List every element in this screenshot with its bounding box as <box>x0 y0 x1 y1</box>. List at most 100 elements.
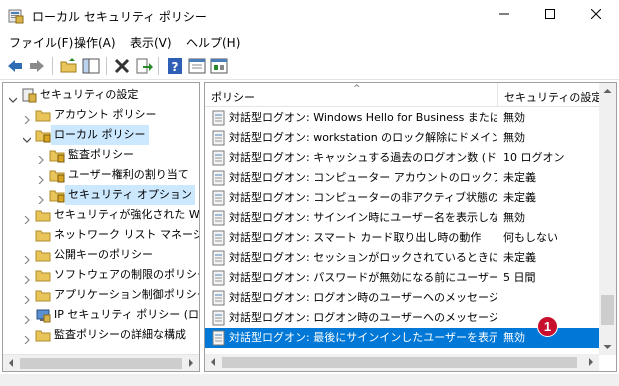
tree-item-label: 公開キーのポリシー <box>54 248 153 261</box>
policy-setting-icon <box>211 130 227 146</box>
toolbar-separator <box>106 57 107 75</box>
policy-setting-icon <box>211 190 227 206</box>
menu-action[interactable]: 操作(A) <box>74 34 116 51</box>
chevron-right-icon[interactable] <box>23 251 31 265</box>
delete-icon[interactable] <box>113 57 131 75</box>
list-vertical-scrollbar[interactable] <box>599 83 616 355</box>
folder-icon <box>35 267 51 283</box>
table-row[interactable]: 対話型ログオン: workstation のロック解除にドメイン コ... 無効 <box>205 128 599 148</box>
column-divider[interactable] <box>497 83 498 107</box>
policy-name: 対話型ログオン: サインイン時にユーザー名を表示しない <box>229 211 497 224</box>
chevron-right-icon[interactable] <box>23 331 31 345</box>
policy-setting-icon <box>211 250 227 266</box>
maximize-icon <box>545 9 555 22</box>
show-hide-tree-icon[interactable] <box>82 57 100 75</box>
table-row[interactable]: 対話型ログオン: コンピューターの非アクティブ状態の上限 未定義 <box>205 188 599 208</box>
folder-icon <box>35 227 51 243</box>
window-title: ローカル セキュリティ ポリシー <box>32 10 207 24</box>
tree-item[interactable]: ユーザー権利の割り当て <box>3 165 199 185</box>
folder-open-icon <box>35 127 51 143</box>
close-button[interactable] <box>573 0 619 31</box>
security-setting-value: 10 ログオン <box>503 151 565 164</box>
policy-name: 対話型ログオン: セッションがロックされているときにユーザ... <box>229 251 497 264</box>
folder-icon <box>35 107 51 123</box>
chevron-down-icon[interactable] <box>22 131 32 143</box>
policy-name: 対話型ログオン: スマート カード取り出し時の動作 <box>229 231 482 244</box>
menu-view[interactable]: 表示(V) <box>130 34 172 51</box>
close-icon <box>590 8 602 22</box>
tree-item[interactable]: セキュリティが強化された Windo <box>3 205 199 225</box>
tree-item[interactable]: セキュリティの設定 <box>3 85 199 105</box>
chevron-right-icon[interactable] <box>23 291 31 305</box>
table-row[interactable]: 対話型ログオン: パスワードが無効になる前にユーザーに... 5 日間 <box>205 268 599 288</box>
tree-item[interactable]: 監査ポリシー <box>3 145 199 165</box>
tree-item-label: ユーザー権利の割り当て <box>68 168 189 181</box>
tree-item[interactable]: 監査ポリシーの詳細な構成 <box>3 325 199 345</box>
maximize-button[interactable] <box>527 0 573 31</box>
tree-item[interactable]: ソフトウェアの制限のポリシー <box>3 265 199 285</box>
tree-horizontal-scrollbar[interactable] <box>3 354 199 371</box>
tree-item[interactable]: ネットワーク リスト マネージャー ポ <box>3 225 199 245</box>
export-icon[interactable] <box>135 57 153 75</box>
help-icon[interactable]: ? <box>166 57 184 75</box>
table-row[interactable]: 対話型ログオン: セッションがロックされているときにユーザ... 未定義 <box>205 248 599 268</box>
tree-item-label: 監査ポリシー <box>68 148 134 161</box>
chevron-right-icon[interactable] <box>23 271 31 285</box>
status-bar <box>0 374 619 386</box>
forward-arrow-icon[interactable] <box>28 57 46 75</box>
security-setting-value: 5 日間 <box>503 271 536 284</box>
table-row[interactable]: 対話型ログオン: ログオン時のユーザーへのメッセージのタ <box>205 288 599 308</box>
table-row[interactable]: 対話型ログオン: キャッシュする過去のログオン数 (ドメイ... 10 ログオン <box>205 148 599 168</box>
back-arrow-icon[interactable] <box>6 57 24 75</box>
policy-name: 対話型ログオン: 最後にサインインしたユーザーを表示し <box>229 331 497 344</box>
annotation-badge: 1 <box>537 316 558 337</box>
ip-security-icon <box>35 307 51 323</box>
tree-item-label: ネットワーク リスト マネージャー ポ <box>54 228 199 241</box>
svg-text:?: ? <box>172 60 179 74</box>
tree-item[interactable]: アカウント ポリシー <box>3 105 199 125</box>
chevron-right-icon[interactable] <box>37 191 45 205</box>
tree-item[interactable]: ローカル ポリシー <box>3 125 199 145</box>
folder-icon <box>35 247 51 263</box>
policy-setting-icon <box>211 150 227 166</box>
table-row[interactable]: 対話型ログオン: コンピューター アカウントのロックアウトの... 未定義 <box>205 168 599 188</box>
chevron-down-icon[interactable] <box>8 91 18 103</box>
security-policy-icon <box>8 8 24 24</box>
table-row[interactable]: 対話型ログオン: サインイン時にユーザー名を表示しない 無効 <box>205 208 599 228</box>
toolbar-separator <box>52 57 53 75</box>
up-folder-icon[interactable] <box>60 57 78 75</box>
list-horizontal-scrollbar[interactable] <box>205 354 599 371</box>
scrollbar-thumb[interactable] <box>601 295 614 325</box>
menu-file[interactable]: ファイル(F) <box>9 34 73 51</box>
column-header-policy[interactable]: ポリシー <box>211 89 255 105</box>
refresh-icon[interactable] <box>210 57 228 75</box>
tree-pane[interactable]: セキュリティの設定アカウント ポリシー ローカル ポリシー監査ポリシーユーザー権利… <box>2 82 200 372</box>
view-icon[interactable] <box>188 57 206 75</box>
tree-item[interactable]: アプリケーション制御ポリシー <box>3 285 199 305</box>
policy-setting-icon <box>211 330 227 346</box>
security-setting-value: 無効 <box>503 131 525 144</box>
table-row[interactable]: 対話型ログオン: Windows Hello for Business または.… <box>205 108 599 128</box>
table-row[interactable]: 対話型ログオン: スマート カード取り出し時の動作 何もしない <box>205 228 599 248</box>
menu-bar: ファイル(F) 操作(A) 表示(V) ヘルプ(H) <box>0 31 619 52</box>
tree-item-label: ソフトウェアの制限のポリシー <box>54 268 200 281</box>
chevron-right-icon[interactable] <box>37 171 45 185</box>
folder-icon <box>35 327 51 343</box>
chevron-right-icon[interactable] <box>23 111 31 125</box>
chevron-right-icon[interactable] <box>23 211 31 225</box>
security-setting-value: 未定義 <box>503 171 536 184</box>
minimize-button[interactable] <box>481 0 527 31</box>
policy-name: 対話型ログオン: パスワードが無効になる前にユーザーに... <box>229 271 497 284</box>
policy-setting-icon <box>211 290 227 306</box>
policy-setting-icon <box>211 110 227 126</box>
tree-item[interactable]: セキュリティ オプション <box>3 185 199 205</box>
chevron-right-icon[interactable] <box>23 311 31 325</box>
menu-help[interactable]: ヘルプ(H) <box>186 34 240 51</box>
chevron-right-icon[interactable] <box>37 151 45 165</box>
minimize-icon <box>499 9 509 22</box>
tree-item[interactable]: 公開キーのポリシー <box>3 245 199 265</box>
security-setting-value: 何もしない <box>503 231 558 244</box>
tree-item-label: セキュリティの設定 <box>40 88 139 101</box>
column-header-setting[interactable]: セキュリティの設定 <box>504 89 602 105</box>
tree-item[interactable]: IP セキュリティ ポリシー (ローカル : <box>3 305 199 325</box>
